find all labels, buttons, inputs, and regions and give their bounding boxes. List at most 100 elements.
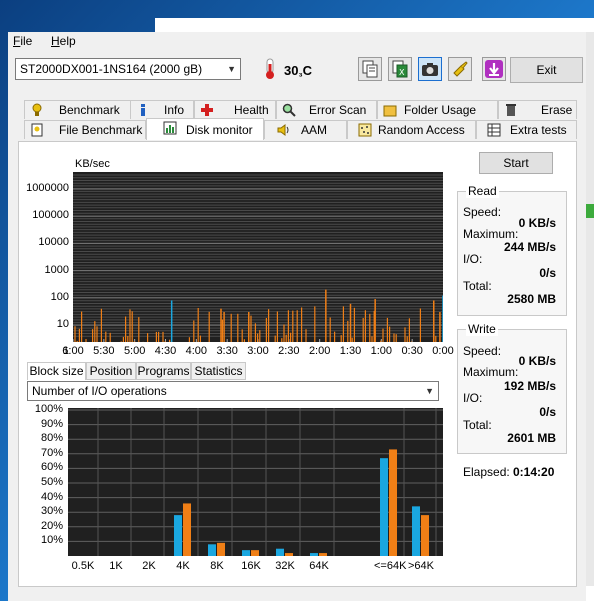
subtab-statistics[interactable]: Statistics [191, 362, 246, 380]
drive-select[interactable]: ST2000DX001-1NS164 (2000 gB) ▼ [15, 58, 241, 80]
y-tick-label: 90% [40, 417, 63, 430]
benchmark-icon [32, 103, 42, 116]
download-icon [485, 60, 503, 78]
block-size-bar [208, 544, 216, 556]
tab-error-scan-label: Error Scan [309, 103, 367, 117]
x-tick-label: >64K [408, 560, 434, 572]
metric-select-value: Number of I/O operations [32, 384, 167, 398]
tab-erase[interactable]: Erase [498, 100, 577, 119]
extra-tests-icon [487, 123, 501, 137]
y-axis-label: KB/sec [75, 158, 110, 170]
tab-folder-usage[interactable]: Folder Usage [377, 100, 498, 119]
x-tick-label: 0.5K [71, 560, 95, 572]
health-icon [201, 104, 213, 116]
tab-disk-monitor[interactable]: Disk monitor [146, 118, 264, 140]
write-io-value: 0/s [539, 405, 556, 419]
x-tick-label: 32K [275, 560, 295, 572]
erase-icon [506, 104, 516, 116]
read-total-label: Total: [463, 279, 492, 293]
elapsed-label: Elapsed: [463, 465, 510, 479]
tab-health[interactable]: Health [194, 100, 276, 119]
tab-random-access-label: Random Access [378, 123, 465, 137]
exit-button[interactable]: Exit [510, 57, 583, 83]
x-tick-label: 2K [142, 560, 156, 572]
random-access-icon [358, 123, 372, 137]
block-size-bar [242, 550, 250, 556]
read-stats: Read Speed: 0 KB/s Maximum: 244 MB/s I/O… [457, 184, 567, 316]
copy-excel-button[interactable]: X [388, 57, 412, 81]
x-tick-label: 6:00 [62, 345, 84, 357]
background-window-edge [586, 32, 594, 601]
screenshot-button[interactable] [418, 57, 442, 81]
tab-row-1: Benchmark Info Health Error Scan Folder … [8, 100, 586, 120]
file-benchmark-icon [31, 123, 43, 137]
block-size-bar [421, 515, 429, 556]
disk-monitor-icon [163, 121, 177, 135]
x-tick-label: 4:00 [185, 345, 208, 357]
tab-random-access[interactable]: Random Access [347, 120, 476, 139]
tab-disk-monitor-label: Disk monitor [186, 123, 253, 137]
tab-health-label: Health [234, 103, 269, 117]
tab-extra-tests[interactable]: Extra tests [476, 120, 577, 139]
y-tick-label: 1000000 [26, 182, 69, 194]
x-tick-label: 0:00 [432, 345, 454, 357]
subtab-programs[interactable]: Programs [136, 362, 191, 380]
pin-button[interactable] [448, 57, 472, 81]
y-tick-label: 10 [56, 318, 69, 330]
temperature-readout: 30₃C [284, 63, 313, 78]
write-speed-value: 0 KB/s [518, 354, 556, 368]
update-button[interactable] [482, 57, 506, 81]
tab-row-2: File Benchmark Disk monitor AAM Random A… [8, 118, 586, 140]
tab-benchmark[interactable]: Benchmark [24, 100, 145, 119]
chevron-down-icon: ▼ [227, 64, 236, 74]
start-button[interactable]: Start [479, 152, 553, 174]
read-io-value: 0/s [539, 266, 556, 280]
toolbar: ST2000DX001-1NS164 (2000 gB) ▼ 30₃C X Ex… [8, 54, 586, 90]
write-io-label: I/O: [463, 391, 483, 405]
x-tick-label: 1:30 [339, 345, 362, 357]
block-size-chart [68, 408, 443, 556]
subtab-position[interactable]: Position [86, 362, 136, 380]
x-tick-label: 1:00 [370, 345, 393, 357]
y-tick-label: 100 [50, 290, 69, 303]
read-speed-label: Speed: [463, 205, 502, 219]
read-total-value: 2580 MB [507, 292, 556, 306]
block-size-bar [310, 553, 318, 556]
block-size-bar [174, 515, 182, 556]
block-size-bar [217, 542, 225, 556]
tab-aam-label: AAM [301, 123, 328, 137]
block-size-chart-svg [68, 408, 443, 556]
folder-icon [383, 105, 397, 117]
copy-button[interactable] [358, 57, 382, 81]
write-total-value: 2601 MB [507, 431, 556, 445]
metric-select[interactable]: Number of I/O operations ▼ [27, 381, 439, 401]
tab-error-scan[interactable]: Error Scan [276, 100, 377, 119]
tab-info[interactable]: Info [130, 100, 194, 119]
y-tick-label: 100% [34, 403, 63, 415]
x-tick-label: <=64K [374, 560, 407, 572]
x-tick-label: 8K [210, 560, 224, 572]
y-tick-label: 40% [40, 490, 63, 503]
x-tick-label: 1K [109, 560, 123, 572]
drive-select-value: ST2000DX001-1NS164 (2000 gB) [20, 62, 203, 76]
x-tick-label: 64K [309, 560, 329, 572]
menu-help[interactable]: Help [51, 34, 76, 48]
write-max-label: Maximum: [463, 365, 519, 379]
x-tick-label: 16K [241, 560, 261, 572]
block-size-bar [380, 458, 388, 556]
tab-extra-tests-label: Extra tests [510, 123, 567, 137]
menu-file[interactable]: File [13, 34, 32, 48]
tab-aam[interactable]: AAM [264, 120, 347, 139]
y-tick-label: 100000 [32, 209, 69, 222]
tab-file-benchmark[interactable]: File Benchmark [24, 120, 146, 139]
tab-info-label: Info [164, 103, 185, 117]
error-scan-icon [282, 103, 296, 117]
subtab-block-size[interactable]: Block size [27, 362, 86, 380]
x-tick-label: 5:30 [93, 345, 115, 357]
copy-excel-icon: X [392, 60, 408, 78]
menu-bar: File Help [8, 32, 586, 50]
x-tick-label: 5:00 [123, 345, 146, 357]
y-tick-label: 1000 [44, 263, 69, 276]
camera-icon [422, 63, 438, 76]
read-speed-value: 0 KB/s [518, 216, 556, 230]
